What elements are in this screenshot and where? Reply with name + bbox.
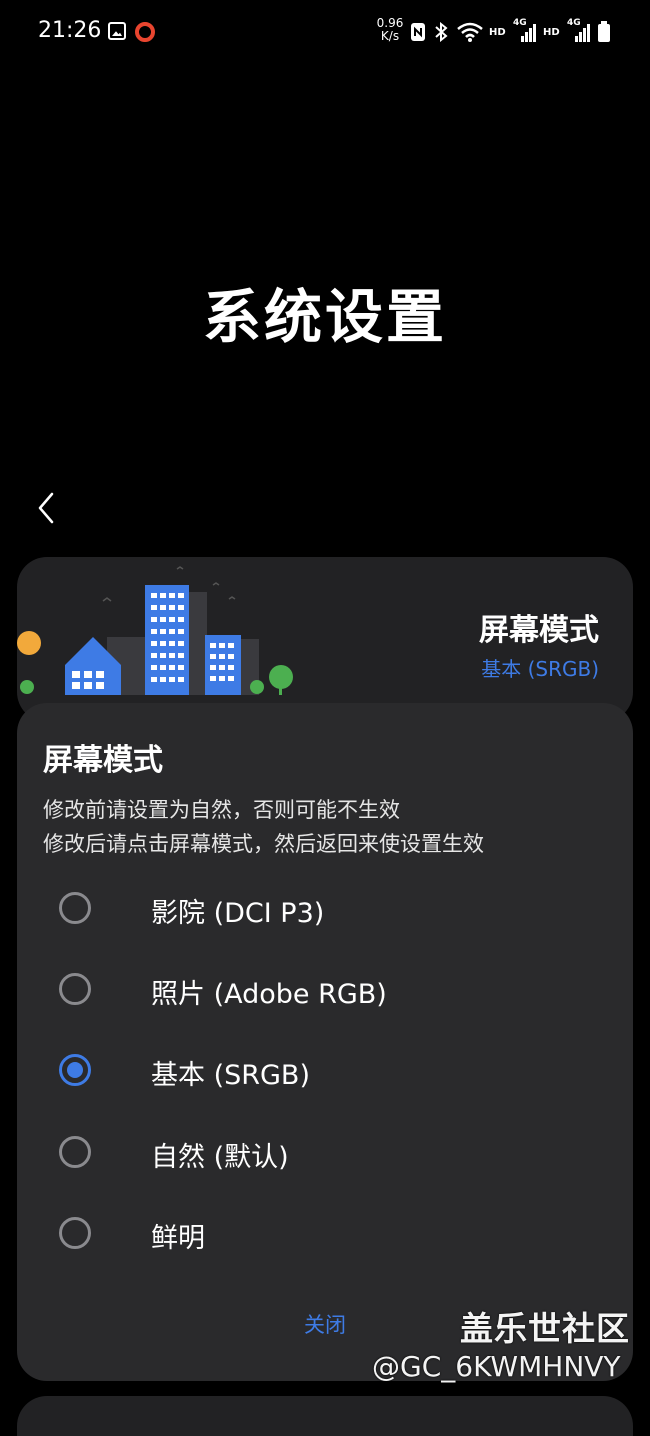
bluetooth-icon: [435, 22, 448, 42]
image-icon: [108, 22, 126, 40]
signal-icon: 4G: [513, 18, 537, 42]
network-speed: 0.96 K/s: [374, 17, 406, 43]
network-speed-unit: K/s: [380, 29, 400, 43]
watermark-user: @GC_6KWMHNVY: [372, 1350, 621, 1383]
signal-type-label: 4G: [567, 18, 581, 28]
wifi-icon: [457, 22, 483, 42]
radio-button-selected[interactable]: [59, 1054, 91, 1086]
hd-badge: HD: [543, 27, 560, 38]
option-label: 影院 (DCI P3): [151, 898, 325, 929]
chevron-left-icon: [38, 492, 54, 524]
option-basic[interactable]: 基本 (SRGB): [17, 1035, 633, 1105]
watermark-title: 盖乐世社区: [460, 1309, 630, 1348]
status-time: 21:26: [38, 18, 102, 43]
close-button[interactable]: 关闭: [285, 1309, 365, 1345]
card-current-value: 基本 (SRGB): [481, 657, 599, 681]
status-bar: 21:26 0.96 K/s HD 4G HD 4G: [0, 0, 650, 66]
record-ring-icon: [135, 22, 155, 42]
dialog-message-line: 修改后请点击屏幕模式，然后返回来使设置生效: [43, 832, 484, 856]
radio-button[interactable]: [59, 973, 91, 1005]
page-title: 系统设置: [202, 283, 447, 351]
nfc-icon: [411, 23, 425, 41]
dialog-title: 屏幕模式: [43, 743, 163, 778]
signal-type-label: 4G: [513, 18, 527, 28]
option-label: 照片 (Adobe RGB): [151, 979, 387, 1010]
screen-mode-dialog: 屏幕模式 修改前请设置为自然，否则可能不生效 修改后请点击屏幕模式，然后返回来使…: [17, 703, 633, 1381]
option-natural[interactable]: 自然 (默认): [17, 1117, 633, 1187]
option-label: 鲜明: [151, 1223, 205, 1254]
battery-icon: [598, 21, 610, 42]
city-illustration: [17, 566, 293, 695]
dialog-message-line: 修改前请设置为自然，否则可能不生效: [43, 798, 400, 822]
radio-button[interactable]: [59, 1217, 91, 1249]
option-photo[interactable]: 照片 (Adobe RGB): [17, 954, 633, 1024]
option-label: 基本 (SRGB): [151, 1060, 310, 1091]
card-title: 屏幕模式: [479, 613, 599, 648]
signal-icon: 4G: [567, 18, 591, 42]
hd-badge: HD: [489, 27, 506, 38]
option-vivid[interactable]: 鲜明: [17, 1198, 633, 1268]
radio-button[interactable]: [59, 892, 91, 924]
option-cinema[interactable]: 影院 (DCI P3): [17, 873, 633, 943]
back-button[interactable]: [30, 490, 66, 526]
option-label: 自然 (默认): [151, 1142, 289, 1173]
next-card: [17, 1396, 633, 1436]
screen-mode-card[interactable]: 屏幕模式 基本 (SRGB): [17, 557, 633, 722]
radio-button[interactable]: [59, 1136, 91, 1168]
dialog-message: 修改前请设置为自然，否则可能不生效 修改后请点击屏幕模式，然后返回来使设置生效: [43, 793, 484, 861]
